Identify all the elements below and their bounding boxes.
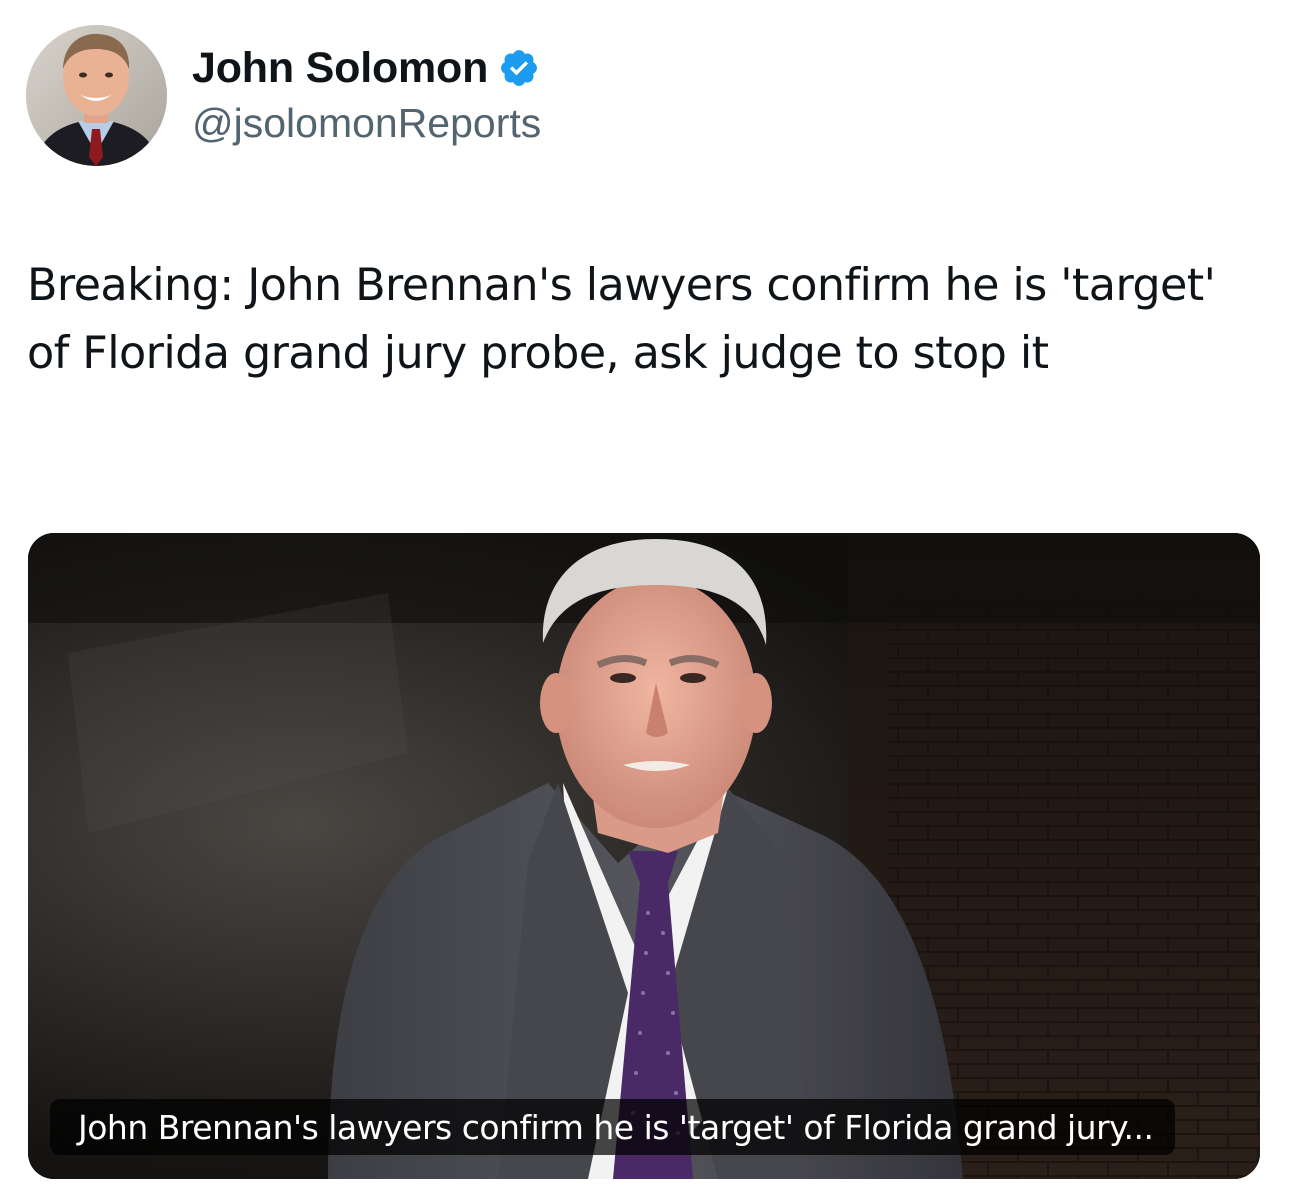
verified-badge-icon (498, 47, 540, 89)
avatar-image (26, 25, 167, 166)
author-name-row[interactable]: John Solomon (192, 42, 540, 94)
tweet-card[interactable]: John Solomon @jsolomonReports Breaking: … (0, 0, 1289, 1193)
tweet-media-card[interactable]: John Brennan's lawyers confirm he is 'ta… (28, 533, 1260, 1179)
tweet-text: Breaking: John Brennan's lawyers confirm… (27, 260, 1216, 379)
news-photo-image (28, 533, 1260, 1179)
author-avatar[interactable] (26, 25, 167, 166)
media-caption: John Brennan's lawyers confirm he is 'ta… (50, 1099, 1176, 1155)
author-handle[interactable]: @jsolomonReports (192, 100, 541, 147)
author-display-name[interactable]: John Solomon (192, 44, 488, 93)
